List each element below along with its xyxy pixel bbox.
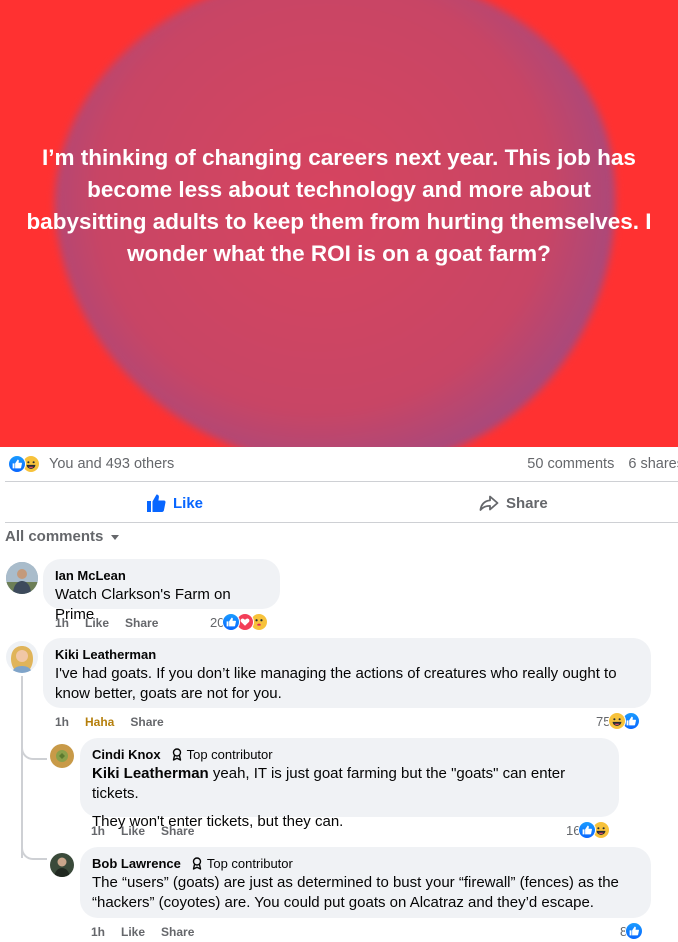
shares-count[interactable]: 6 shares: [628, 456, 678, 472]
comments-filter-dropdown[interactable]: All comments: [5, 528, 121, 545]
comment-share-button[interactable]: Share: [130, 715, 163, 729]
reaction-summary: You and 493 others 50 comments 6 shares: [0, 453, 678, 477]
reactions-text[interactable]: You and 493 others: [49, 456, 174, 472]
comment-actions: 1h Like Share: [91, 824, 210, 838]
badge-label: Top contributor: [206, 856, 293, 871]
comment-actions: 1h Like Share: [55, 616, 174, 630]
divider: [5, 481, 678, 482]
post-stats: 50 comments 6 shares: [517, 456, 678, 472]
comment-time[interactable]: 1h: [91, 925, 105, 939]
thread-line: [21, 740, 47, 760]
comment-bubble: Ian McLean Watch Clarkson's Farm on Prim…: [43, 559, 280, 623]
comment-bubble: Kiki Leatherman I've had goats. If you d…: [43, 638, 651, 708]
divider: [5, 522, 678, 523]
top-contributor-badge[interactable]: Top contributor: [171, 746, 273, 763]
comment-reactions[interactable]: 8: [620, 922, 644, 940]
comment-like-button[interactable]: Like: [85, 616, 109, 630]
top-contributor-badge[interactable]: Top contributor: [191, 855, 293, 872]
avatar[interactable]: [6, 641, 38, 673]
comment-bubble: Bob Lawrence Top contributor The “users”…: [80, 847, 651, 918]
comment-reactions[interactable]: 16: [566, 821, 611, 839]
comment-share-button[interactable]: Share: [161, 925, 194, 939]
avatar[interactable]: [50, 853, 74, 877]
comment-actions: 1h Like Share: [91, 925, 210, 939]
comment-text: I've had goats. If you don’t like managi…: [55, 665, 617, 702]
like-label: Like: [173, 494, 204, 512]
haha-icon: [608, 712, 627, 730]
comment-share-button[interactable]: Share: [161, 824, 194, 838]
comment-reactions[interactable]: 20: [210, 613, 269, 631]
comment-text: The “users” (goats) are just as determin…: [92, 874, 619, 911]
comment-text: Kiki Leatherman yeah, IT is just goat fa…: [92, 764, 607, 804]
like-icon: [8, 455, 26, 473]
comment-like-button[interactable]: Like: [121, 824, 145, 838]
action-bar: Like Share: [0, 484, 678, 522]
comment-time[interactable]: 1h: [55, 616, 69, 630]
comments-filter-label: All comments: [5, 528, 104, 545]
caret-down-icon: [111, 534, 120, 540]
like-icon: [625, 922, 644, 940]
commenter-name[interactable]: Kiki Leatherman: [55, 646, 639, 663]
comment-like-button[interactable]: Like: [121, 925, 145, 939]
comments-count[interactable]: 50 comments: [527, 456, 614, 472]
comment-time[interactable]: 1h: [55, 715, 69, 729]
comment-time[interactable]: 1h: [91, 824, 105, 838]
comment-actions: 1h Haha Share: [55, 715, 180, 729]
post-image[interactable]: I’m thinking of changing careers next ye…: [0, 0, 678, 447]
avatar[interactable]: [50, 744, 74, 768]
share-label: Share: [506, 494, 548, 512]
comment-share-button[interactable]: Share: [125, 616, 158, 630]
thumbs-up-icon: [147, 494, 166, 512]
award-badge-icon: [192, 857, 202, 870]
comment-bubble: Cindi Knox Top contributor Kiki Leatherm…: [80, 738, 619, 830]
thread-line: [21, 840, 47, 860]
commenter-name[interactable]: Cindi Knox: [92, 746, 161, 763]
like-button[interactable]: Like: [146, 484, 203, 522]
comment-reactions[interactable]: 75: [596, 712, 641, 730]
mention-link[interactable]: Kiki Leatherman: [92, 765, 209, 782]
share-button[interactable]: Share: [479, 484, 548, 522]
badge-label: Top contributor: [186, 747, 273, 762]
comment-haha-button[interactable]: Haha: [85, 715, 114, 729]
share-arrow-icon: [479, 495, 499, 511]
award-badge-icon: [172, 748, 181, 761]
post-text: I’m thinking of changing careers next ye…: [26, 145, 652, 266]
commenter-name[interactable]: Ian McLean: [55, 567, 268, 584]
avatar[interactable]: [6, 562, 38, 594]
reaction-icons[interactable]: [8, 455, 48, 473]
commenter-name[interactable]: Bob Lawrence: [92, 855, 181, 872]
